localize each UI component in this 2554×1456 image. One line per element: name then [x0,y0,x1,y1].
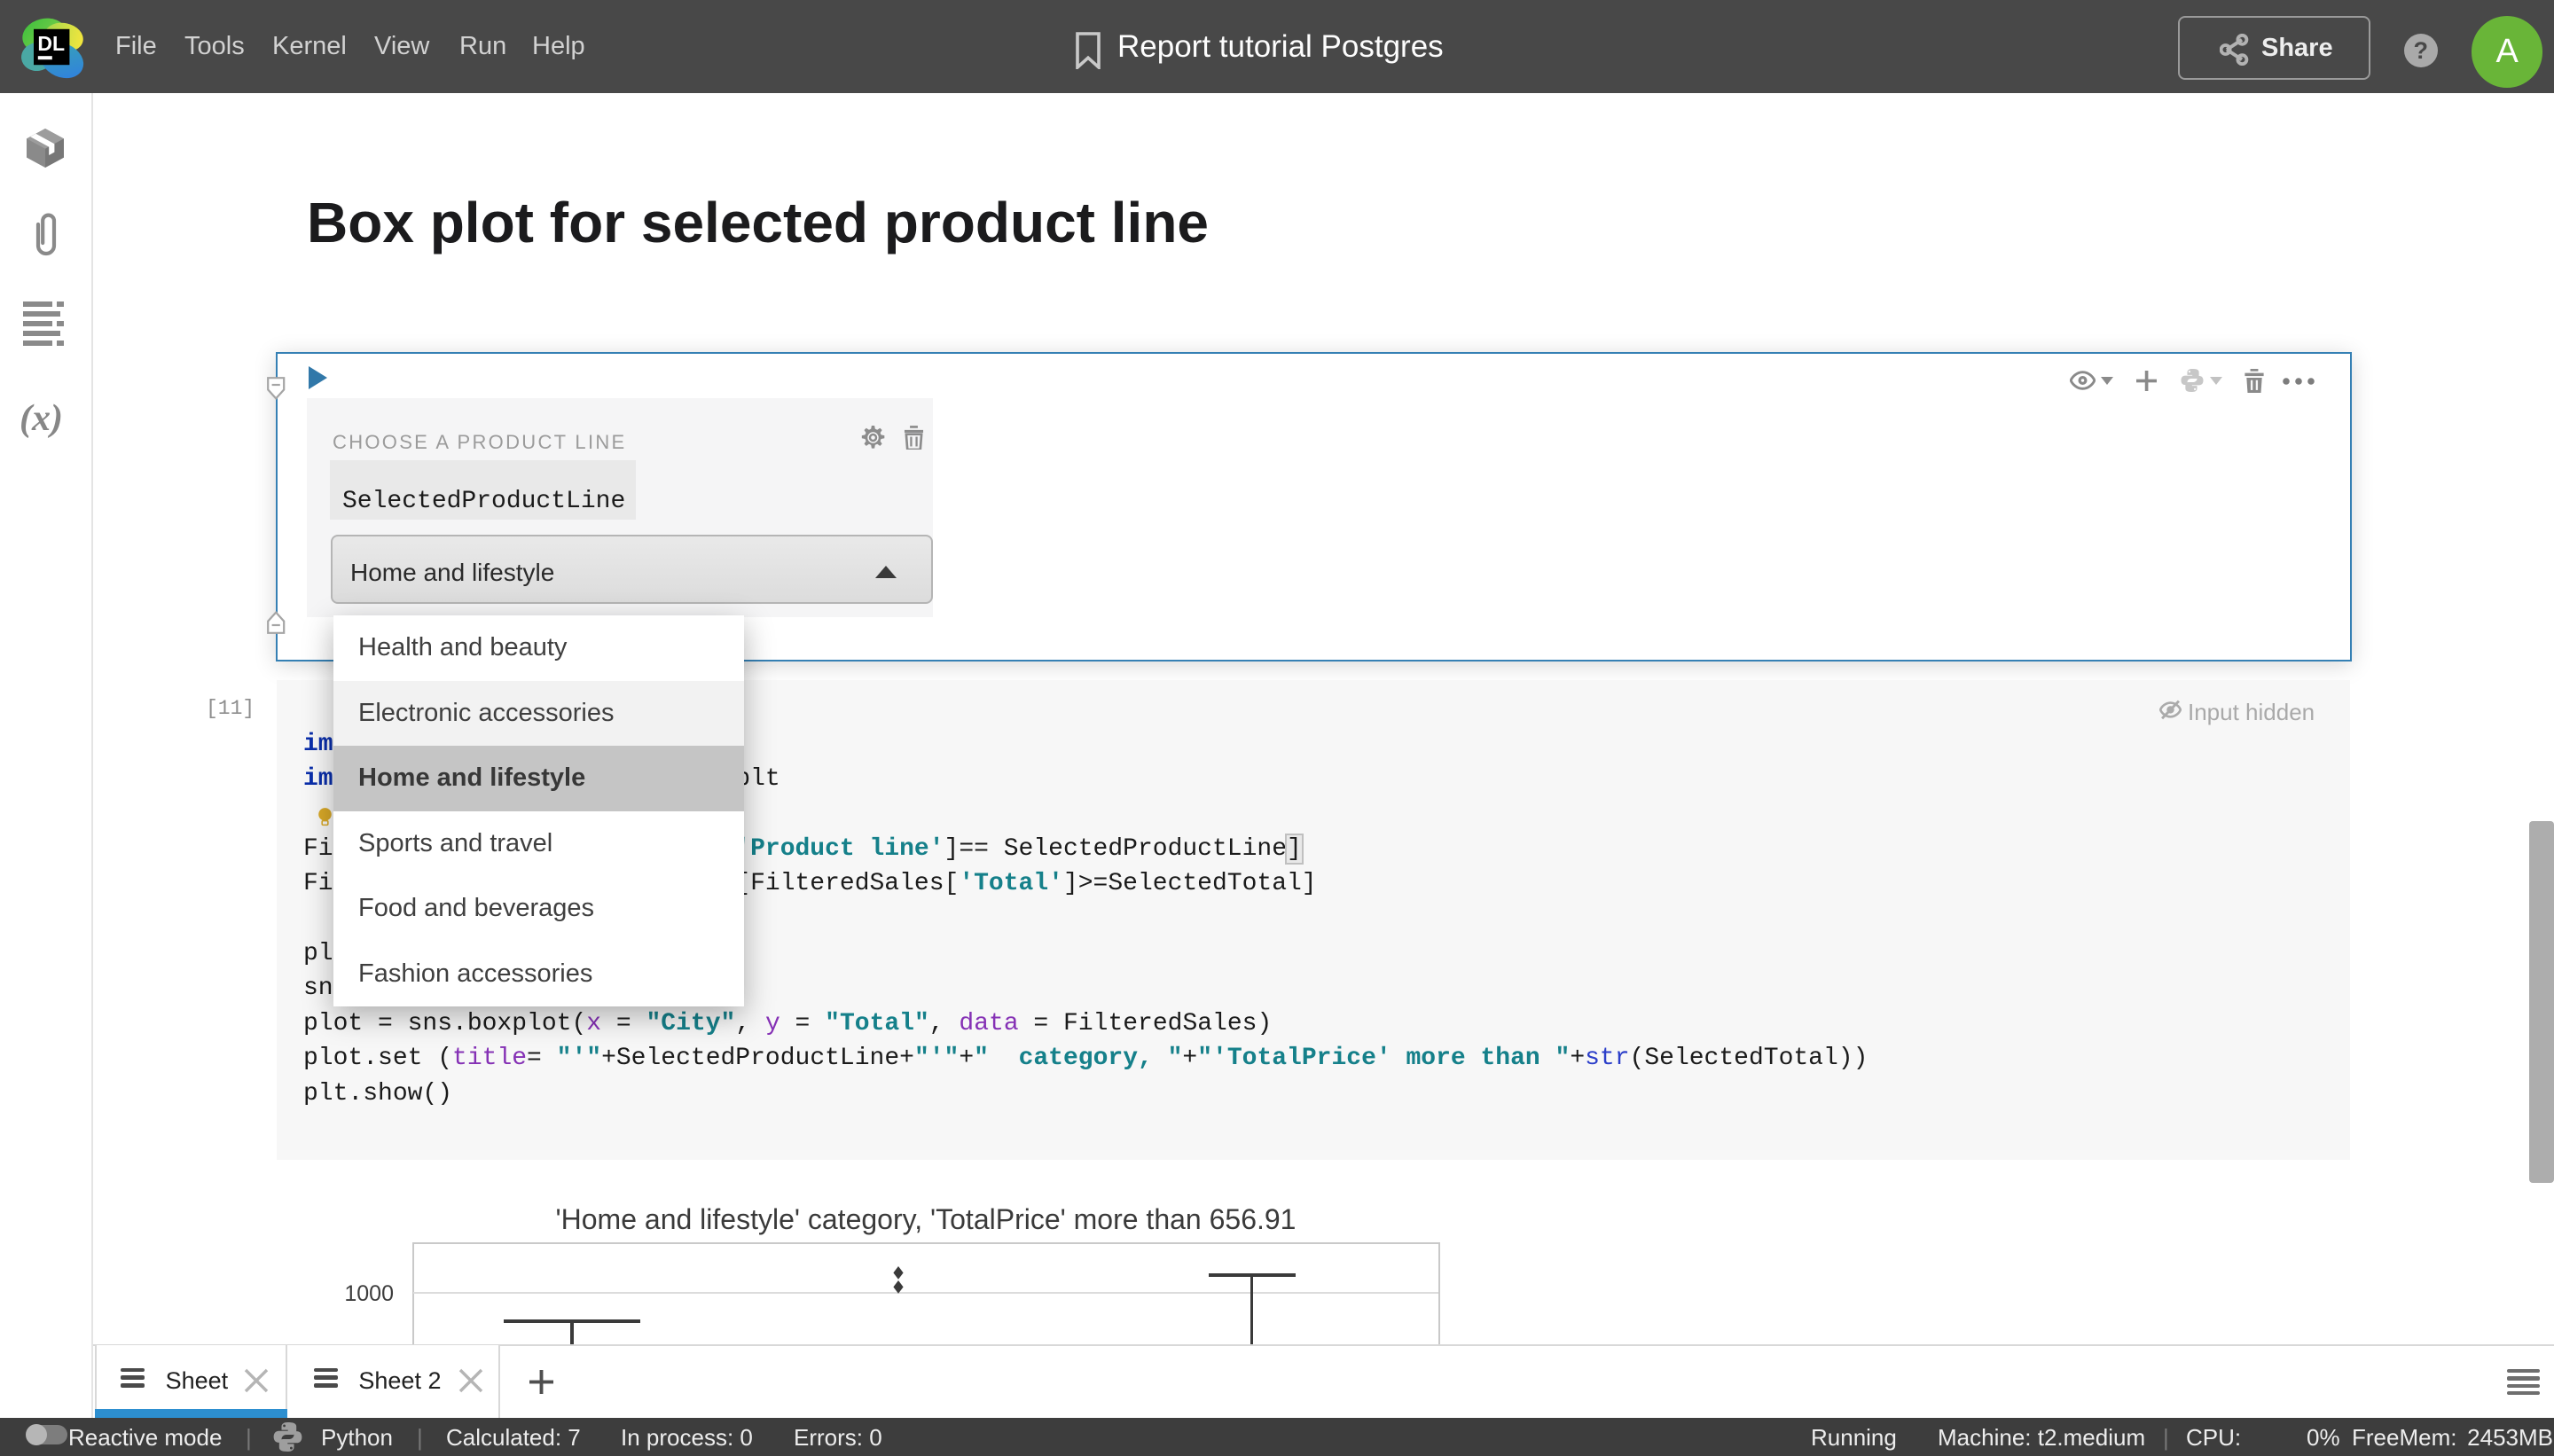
svg-text:DL: DL [37,32,65,55]
